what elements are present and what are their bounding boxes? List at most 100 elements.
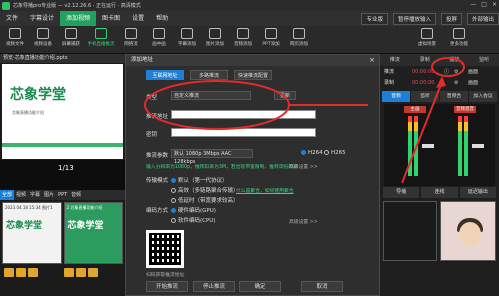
update-button[interactable]: 更新 [274, 91, 296, 100]
volume-fader[interactable] [472, 144, 484, 148]
dialog-tabs: 互联网地址 多路推流 快速推流配置 [146, 70, 272, 80]
dialog-close-icon[interactable]: × [369, 55, 375, 66]
menu-settings[interactable]: 设置 [126, 11, 150, 26]
scene-thumb[interactable]: 2023.04.18 15:34 图片1 芯象学堂 [2, 202, 62, 264]
start-stream-button[interactable]: 开始推流 [146, 281, 188, 292]
tab-internet-address[interactable]: 互联网地址 [146, 70, 184, 80]
tab-director[interactable]: 导播 [383, 187, 420, 198]
key-label: 密钥 [146, 132, 158, 138]
cancel-button[interactable]: 取消 [301, 281, 343, 292]
mode-label: 传输模式 [146, 178, 169, 184]
encoder-gpu-radio[interactable]: 硬件编码(GPU) [171, 206, 216, 214]
toggle-button[interactable] [88, 268, 98, 277]
scene-tab-subtitle[interactable]: 字幕 [28, 190, 42, 200]
toggle-button[interactable] [28, 268, 38, 277]
toggle-button[interactable] [64, 268, 74, 277]
scene-tab-all[interactable]: 全部 [0, 190, 15, 200]
scene-tab-audio[interactable]: 音频 [69, 190, 83, 200]
minimize-button[interactable]: — [470, 1, 476, 8]
tool-network-stream[interactable]: 网络流 [118, 28, 144, 52]
menu-file[interactable]: 文件 [0, 11, 24, 26]
tool-pip[interactable]: 画中画 [146, 28, 172, 52]
tool-mobile-stream[interactable]: 手机直播推流 [86, 28, 116, 52]
pause-input-button[interactable]: 暂停播放输入 [392, 12, 436, 25]
tab-audio[interactable]: 音频 [382, 91, 410, 102]
tab-multi-stream[interactable]: 多路推流 [190, 70, 228, 80]
tab-monitor[interactable]: 监听 [411, 91, 439, 102]
close-window-button[interactable]: × [492, 1, 497, 8]
info-icon[interactable]: ⓘ [444, 67, 449, 78]
toggle-button[interactable] [4, 268, 14, 277]
app-logo-icon [2, 1, 10, 10]
ok-button[interactable]: 确定 [239, 281, 281, 292]
head-monitor[interactable]: 监听 [469, 54, 499, 66]
quality-select[interactable]: 默认 1080p 3Mbps AAC 128kbps [171, 149, 253, 165]
record-label: 录制 [384, 80, 395, 86]
ppt-icon [265, 28, 277, 39]
tool-web[interactable]: 网页添加 [286, 28, 312, 52]
advanced-link-1[interactable]: 高级设置 >> [289, 163, 318, 170]
audio-icon [237, 28, 249, 39]
head-play[interactable]: 播放 [440, 54, 470, 66]
stream-key-input[interactable] [171, 128, 316, 137]
tab-join-meeting[interactable]: 加入会议 [469, 91, 497, 102]
external-output-select[interactable]: 外部输出 [466, 12, 499, 25]
mode-efficient-radio[interactable]: 高效（多链路聚合传输） [171, 186, 239, 194]
record-screen-label: 画面 [468, 80, 479, 86]
stream-screen-label: 画面 [468, 69, 479, 75]
toggle-button[interactable] [76, 268, 86, 277]
menu-subtitle[interactable]: 字幕设计 [24, 11, 60, 26]
volume-fader[interactable] [422, 144, 434, 148]
menu-add-video[interactable]: 添加视频 [60, 11, 97, 26]
address-label: 推流地址 [146, 114, 169, 120]
stream-settings-gear-icon[interactable]: ⚙ [454, 67, 458, 78]
tool-screen-capture[interactable]: 屏幕捕获 [58, 28, 84, 52]
tool-video-device[interactable]: 视频设备 [30, 28, 56, 52]
mixer-tag-mix: 音频混音 [454, 106, 476, 113]
codec-h265-radio[interactable]: H265 [324, 150, 346, 156]
screen-icon [65, 28, 77, 39]
tab-audio-mix[interactable]: 音频合 [440, 91, 468, 102]
stream-address-input[interactable] [171, 110, 316, 119]
phone-icon [95, 28, 107, 39]
tool-subtitle[interactable]: 字幕添加 [174, 28, 200, 52]
quality-label: 推流参数 [146, 153, 169, 159]
scene-thumb[interactable]: 2 芯象直播功能介绍 芯象学堂 [63, 202, 123, 264]
scene-tab-ppt[interactable]: PPT [56, 190, 69, 200]
head-record[interactable]: 录制 [410, 54, 440, 66]
audio-tabs: 音频 监听 音频合 加入会议 [380, 91, 499, 102]
scene-tab-video[interactable]: 视频 [14, 190, 28, 200]
mode-select[interactable]: 专业版 [361, 12, 388, 25]
tool-audio[interactable]: 音频添加 [230, 28, 256, 52]
menu-help[interactable]: 帮助 [150, 11, 174, 26]
tool-more[interactable]: 更多功能 [446, 28, 472, 52]
right-panel: 推流 录制 播放 监听 推流 00:00:00 ⓘ ⚙ 画面 录制 00:00:… [380, 54, 499, 296]
menu-pip[interactable]: 图卡图 [96, 11, 126, 26]
maximize-button[interactable]: □ [481, 1, 487, 8]
mode-default-radio[interactable]: 默认（第一代协议） [171, 176, 228, 184]
tab-connect[interactable]: 连线 [421, 187, 458, 198]
encoder-cpu-radio[interactable]: 软件编码(CPU) [171, 216, 215, 224]
stop-stream-button[interactable]: 停止推流 [193, 281, 235, 292]
record-settings-gear-icon[interactable]: ⚙ [454, 78, 458, 89]
radio-on-icon [171, 178, 176, 183]
menu-right: 专业版 暂停播放输入 投屏 外部输出 [361, 11, 499, 26]
right-panel-header: 推流 录制 播放 监听 [380, 54, 499, 66]
tool-image[interactable]: 图片添加 [202, 28, 228, 52]
codec-h264-radio[interactable]: H264 [301, 150, 323, 156]
type-select[interactable]: 自定义推流 [171, 91, 251, 100]
tool-virtual-scene[interactable]: 虚拟场景 [414, 28, 440, 52]
tool-video-file[interactable]: 视频文件 [2, 28, 28, 52]
tool-ppt[interactable]: PPT添加 [258, 28, 284, 52]
mode-lowlatency-radio[interactable]: 低延时（带宽要求较高） [171, 196, 239, 204]
head-stream[interactable]: 推流 [380, 54, 410, 66]
aggregation-help-link[interactable]: 什么是聚合，如何使用聚合 [236, 187, 294, 194]
advanced-link-2[interactable]: 高级设置 >> [289, 218, 318, 225]
scene-tab-image[interactable]: 图片 [42, 190, 56, 200]
tab-delay-output[interactable]: 延迟输出 [459, 187, 496, 198]
toggle-button[interactable] [16, 268, 26, 277]
cast-select[interactable]: 投屏 [440, 12, 462, 25]
camera-thumb[interactable] [440, 201, 496, 261]
output-thumb[interactable] [383, 201, 437, 261]
tab-quick-config[interactable]: 快速推流配置 [234, 70, 272, 80]
